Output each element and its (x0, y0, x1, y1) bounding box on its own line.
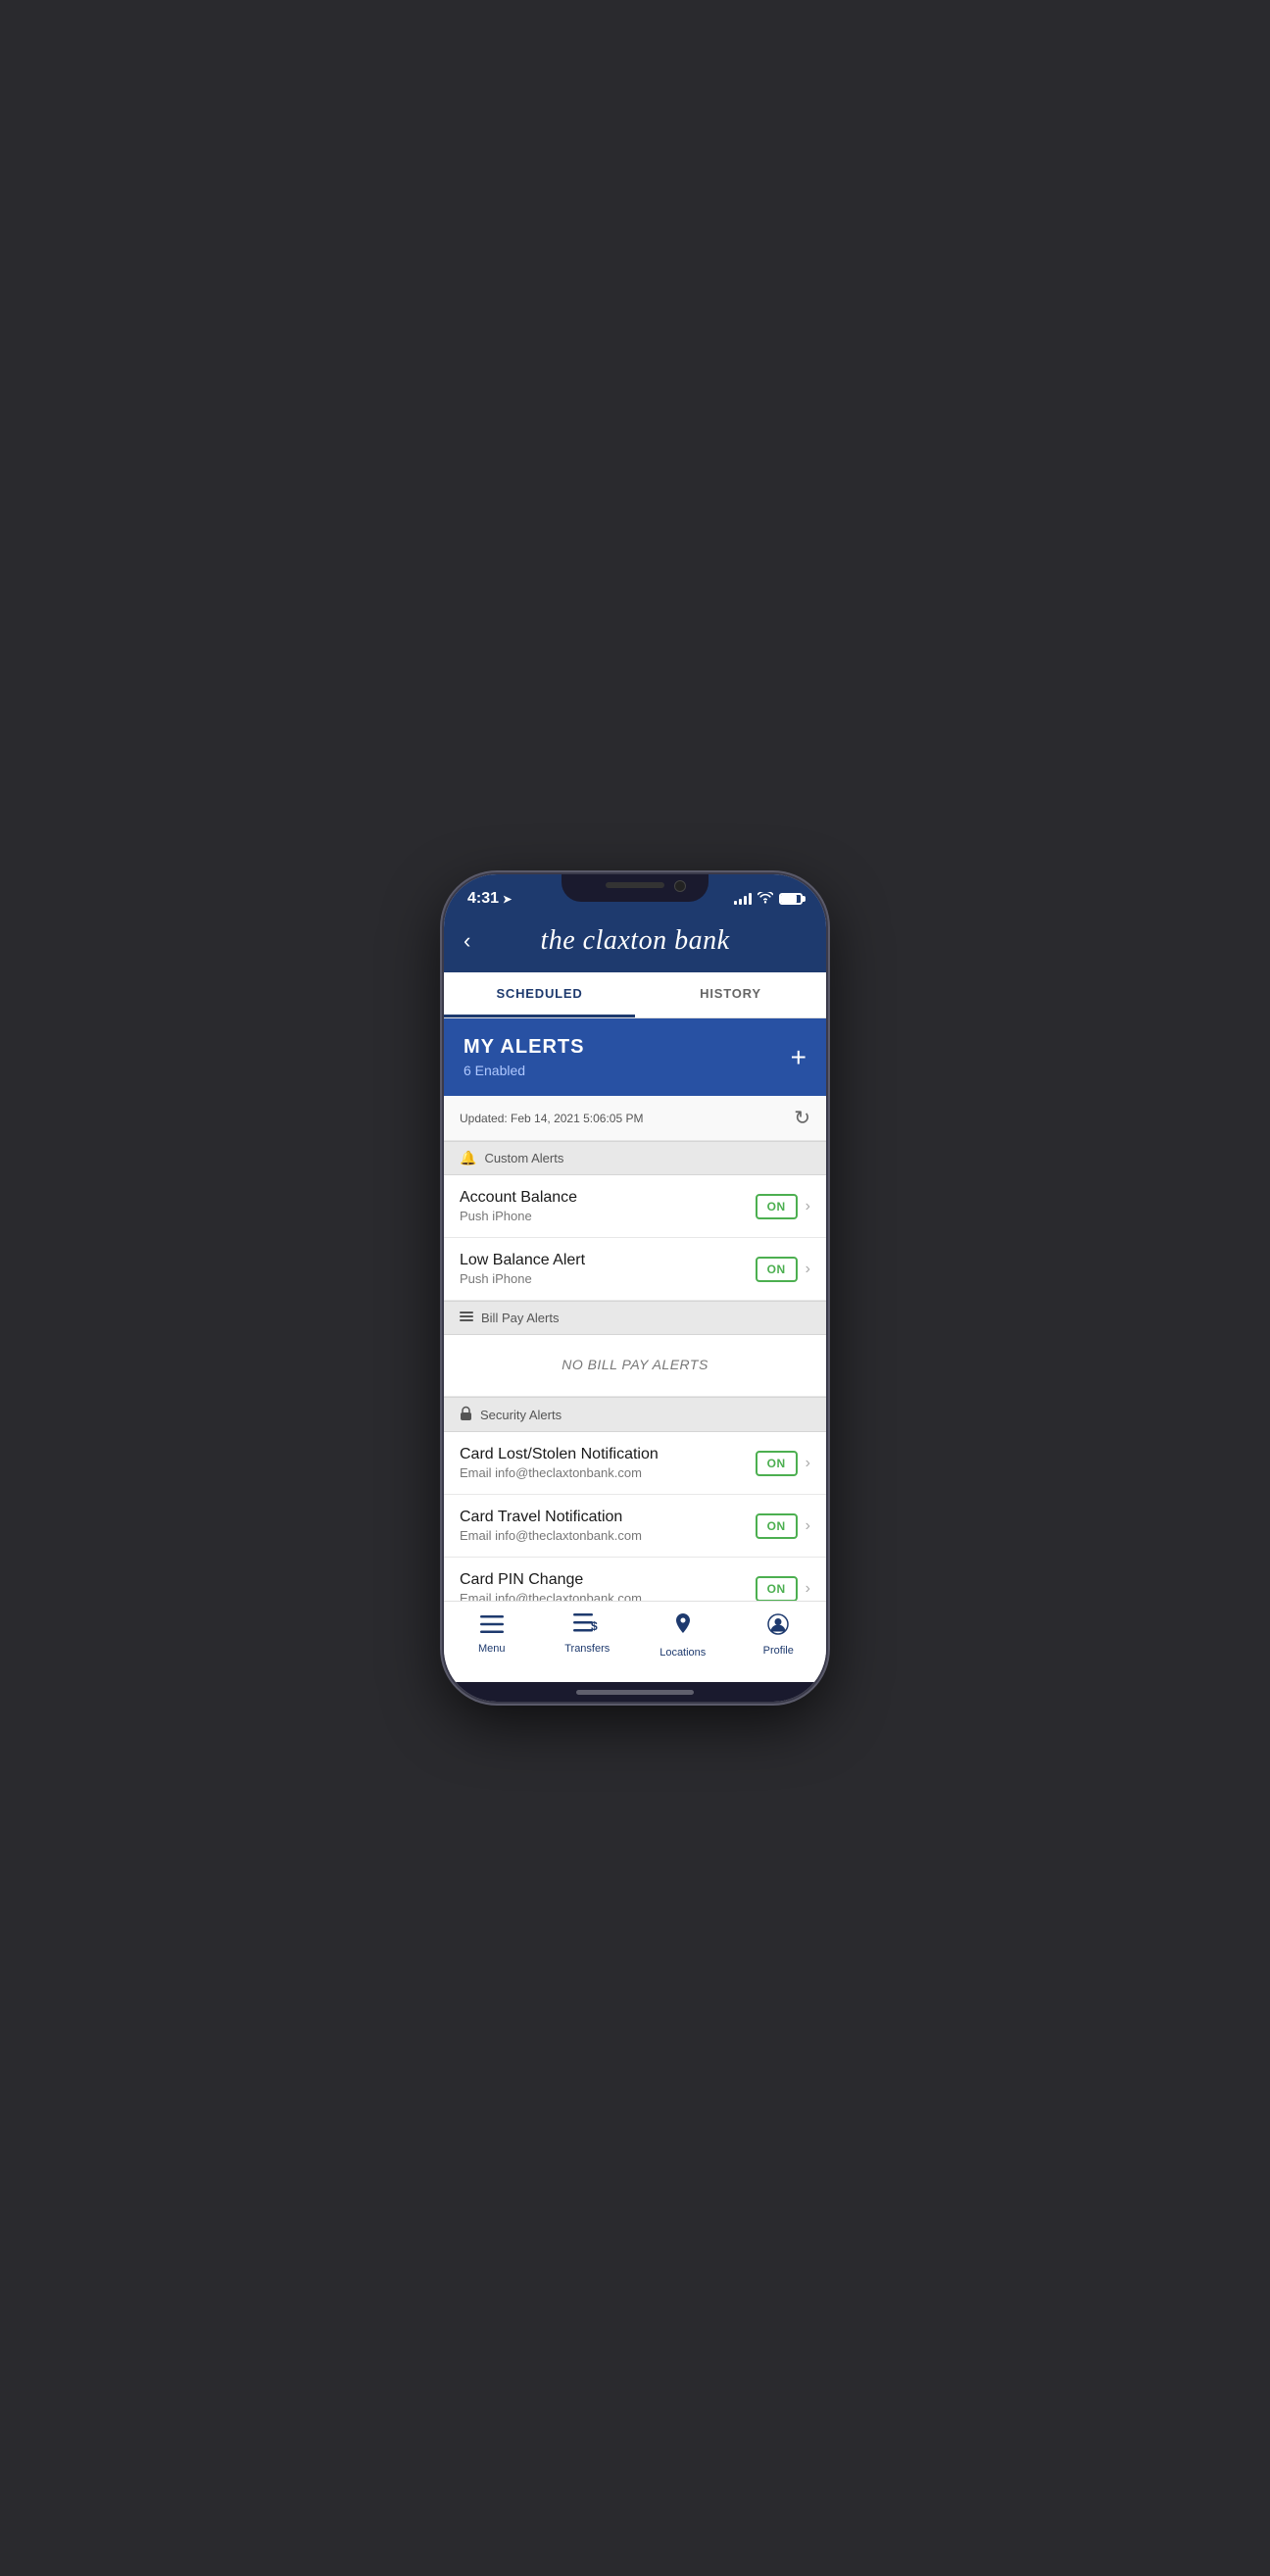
locations-icon (674, 1613, 692, 1643)
status-icons (734, 891, 803, 907)
alert-item-account-balance[interactable]: Account Balance Push iPhone ON › (444, 1175, 826, 1238)
status-time: 4:31 ➤ (467, 890, 512, 908)
on-badge: ON (756, 1194, 798, 1219)
refresh-button[interactable]: ↻ (794, 1106, 810, 1130)
chevron-right-icon: › (806, 1580, 810, 1598)
updated-row: Updated: Feb 14, 2021 5:06:05 PM ↻ (444, 1096, 826, 1141)
camera (674, 880, 686, 892)
phone-frame: 4:31 ➤ (444, 874, 826, 1702)
no-bill-pay-alerts: NO BILL PAY ALERTS (444, 1335, 826, 1397)
signal-bar-2 (739, 899, 742, 905)
alert-name: Card Lost/Stolen Notification (460, 1446, 659, 1463)
battery-fill (781, 895, 797, 903)
alert-sub: Push iPhone (460, 1209, 577, 1223)
alert-sub: Email info@theclaxtonbank.com (460, 1591, 642, 1601)
on-badge: ON (756, 1451, 798, 1476)
alert-item-low-balance[interactable]: Low Balance Alert Push iPhone ON › (444, 1238, 826, 1301)
alert-item-card-travel[interactable]: Card Travel Notification Email info@thec… (444, 1495, 826, 1558)
alert-sub: Email info@theclaxtonbank.com (460, 1465, 659, 1480)
alert-name: Card Travel Notification (460, 1509, 642, 1526)
notch (562, 874, 708, 902)
back-button[interactable]: ‹ (460, 924, 474, 958)
on-badge: ON (756, 1513, 798, 1539)
alerts-count: 6 Enabled (464, 1063, 584, 1078)
transfers-label: Transfers (564, 1643, 610, 1655)
no-alerts-text: NO BILL PAY ALERTS (562, 1357, 708, 1372)
on-badge: ON (756, 1257, 798, 1282)
alert-name: Low Balance Alert (460, 1252, 585, 1269)
locations-label: Locations (659, 1647, 706, 1659)
tab-bar-profile[interactable]: Profile (731, 1610, 827, 1662)
alert-item-card-lost[interactable]: Card Lost/Stolen Notification Email info… (444, 1432, 826, 1495)
svg-text:$: $ (591, 1619, 598, 1633)
add-alert-button[interactable]: + (791, 1044, 806, 1071)
transfers-icon: $ (573, 1613, 601, 1639)
menu-label: Menu (478, 1643, 506, 1655)
tab-scheduled[interactable]: SCHEDULED (444, 972, 635, 1017)
alert-sub: Email info@theclaxtonbank.com (460, 1528, 642, 1543)
section-title-security: Security Alerts (480, 1408, 562, 1422)
updated-text: Updated: Feb 14, 2021 5:06:05 PM (460, 1112, 643, 1125)
app-title: the claxton bank (540, 925, 729, 957)
signal-bar-4 (749, 893, 752, 905)
alert-name: Card PIN Change (460, 1571, 642, 1589)
alerts-info: MY ALERTS 6 Enabled (464, 1036, 584, 1078)
on-badge: ON (756, 1576, 798, 1602)
menu-icon (480, 1613, 504, 1639)
signal-bar-1 (734, 901, 737, 905)
profile-icon (767, 1613, 789, 1641)
chevron-right-icon: › (806, 1517, 810, 1535)
chevron-right-icon: › (806, 1455, 810, 1472)
main-tabs: SCHEDULED HISTORY (444, 972, 826, 1018)
section-header-security: Security Alerts (444, 1397, 826, 1432)
alert-item-card-pin[interactable]: Card PIN Change Email info@theclaxtonban… (444, 1558, 826, 1601)
signal-bar-3 (744, 896, 747, 905)
tab-history[interactable]: HISTORY (635, 972, 826, 1017)
profile-label: Profile (763, 1645, 794, 1657)
alert-sub: Push iPhone (460, 1271, 585, 1286)
home-indicator (444, 1682, 826, 1702)
tab-bar-transfers[interactable]: $ Transfers (540, 1610, 636, 1662)
lock-icon (460, 1406, 472, 1423)
signal-bars (734, 893, 752, 905)
tab-bar-menu[interactable]: Menu (444, 1610, 540, 1662)
tab-bar-locations[interactable]: Locations (635, 1610, 731, 1662)
wifi-icon (757, 891, 773, 907)
billpay-icon (460, 1310, 473, 1326)
time-display: 4:31 (467, 890, 499, 908)
section-header-billpay: Bill Pay Alerts (444, 1301, 826, 1335)
speaker (606, 882, 664, 888)
chevron-right-icon: › (806, 1198, 810, 1215)
app-header: ‹ the claxton bank (444, 917, 826, 972)
battery-icon (779, 893, 803, 905)
home-bar (576, 1690, 694, 1695)
section-title-billpay: Bill Pay Alerts (481, 1311, 559, 1325)
tab-bar: Menu $ Transfers (444, 1601, 826, 1682)
chevron-right-icon: › (806, 1261, 810, 1278)
location-arrow-icon: ➤ (503, 893, 512, 906)
screen: 4:31 ➤ (444, 874, 826, 1702)
section-header-custom: 🔔 Custom Alerts (444, 1141, 826, 1175)
section-title-custom: Custom Alerts (484, 1151, 563, 1165)
bell-icon: 🔔 (460, 1150, 476, 1166)
alerts-title: MY ALERTS (464, 1036, 584, 1059)
alerts-banner: MY ALERTS 6 Enabled + (444, 1018, 826, 1096)
content-area: MY ALERTS 6 Enabled + Updated: Feb 14, 2… (444, 1018, 826, 1601)
alert-name: Account Balance (460, 1189, 577, 1207)
